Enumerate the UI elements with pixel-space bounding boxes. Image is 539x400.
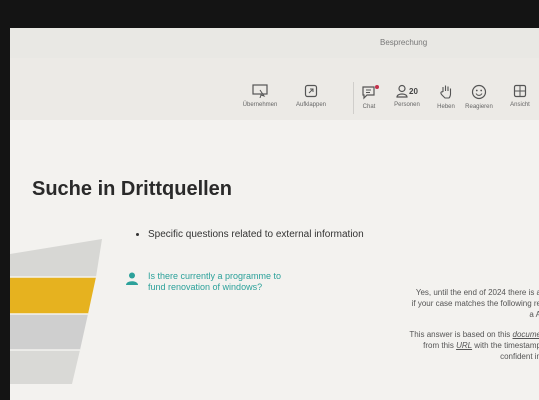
- answer-line-5-suffix: with the timestamp: [472, 341, 539, 350]
- window-title: Besprechung: [380, 38, 428, 47]
- funnel-graphic: [10, 239, 102, 384]
- question-line-2: fund renovation of windows?: [148, 282, 263, 292]
- title-bar: Besprechung: [10, 28, 539, 58]
- take-control-button[interactable]: Übernehmen: [238, 84, 282, 108]
- answer-line-5-prefix: from this: [423, 341, 457, 350]
- take-control-icon: [252, 84, 268, 98]
- url-link[interactable]: URL: [456, 341, 472, 350]
- raise-hand-button[interactable]: Heben: [434, 84, 458, 110]
- take-control-label: Übernehmen: [242, 102, 278, 108]
- chat-notification-dot: [375, 85, 379, 89]
- view-icon: [513, 84, 527, 98]
- answer-line-6: confident in: [500, 352, 539, 361]
- answer-line-4-prefix: This answer is based on this: [409, 330, 513, 339]
- answer-line-4: This answer is based on this docume: [409, 329, 539, 340]
- people-icon: [396, 84, 408, 98]
- participant-count: 20: [409, 86, 418, 96]
- pop-out-button[interactable]: Aufklappen: [288, 84, 334, 108]
- slide-title: Suche in Drittquellen: [32, 178, 233, 200]
- document-link[interactable]: docume: [513, 330, 539, 339]
- view-label: Ansicht: [510, 102, 530, 108]
- answer-line-3: a A: [529, 310, 539, 319]
- react-button[interactable]: Reagieren: [464, 84, 494, 110]
- view-button[interactable]: Ansicht: [503, 84, 537, 108]
- question-line-1: Is there currently a programme to: [148, 271, 282, 281]
- meeting-toolbar: Übernehmen Aufklappen Chat 20 Personen H…: [10, 58, 539, 121]
- react-label: Reagieren: [465, 104, 493, 110]
- screen: Besprechung Übernehmen Aufklappen Chat 2…: [10, 28, 539, 400]
- chat-label: Chat: [362, 104, 376, 110]
- bullet-dot: [136, 233, 139, 236]
- answer-line-5: from this URL with the timestamp: [423, 340, 539, 351]
- react-icon: [471, 84, 487, 100]
- raise-hand-icon: [440, 85, 452, 99]
- raise-hand-label: Heben: [437, 104, 455, 110]
- answer-line-1: Yes, until the end of 2024 there is a: [415, 288, 539, 297]
- shared-slide: Suche in Drittquellen Specific questions…: [10, 120, 539, 400]
- people-label: Personen: [394, 102, 420, 108]
- question-text: Is there currently a programme to fund r…: [148, 271, 281, 293]
- slide-bullet: Specific questions related to external i…: [136, 229, 364, 240]
- pop-out-icon: [304, 84, 318, 98]
- person-icon: [126, 272, 138, 285]
- toolbar-divider: [353, 82, 354, 114]
- bullet-text: Specific questions related to external i…: [148, 229, 364, 240]
- people-button[interactable]: 20 Personen: [390, 84, 424, 108]
- answer-line-2: if your case matches the following re: [411, 299, 539, 308]
- pop-out-label: Aufklappen: [295, 102, 327, 108]
